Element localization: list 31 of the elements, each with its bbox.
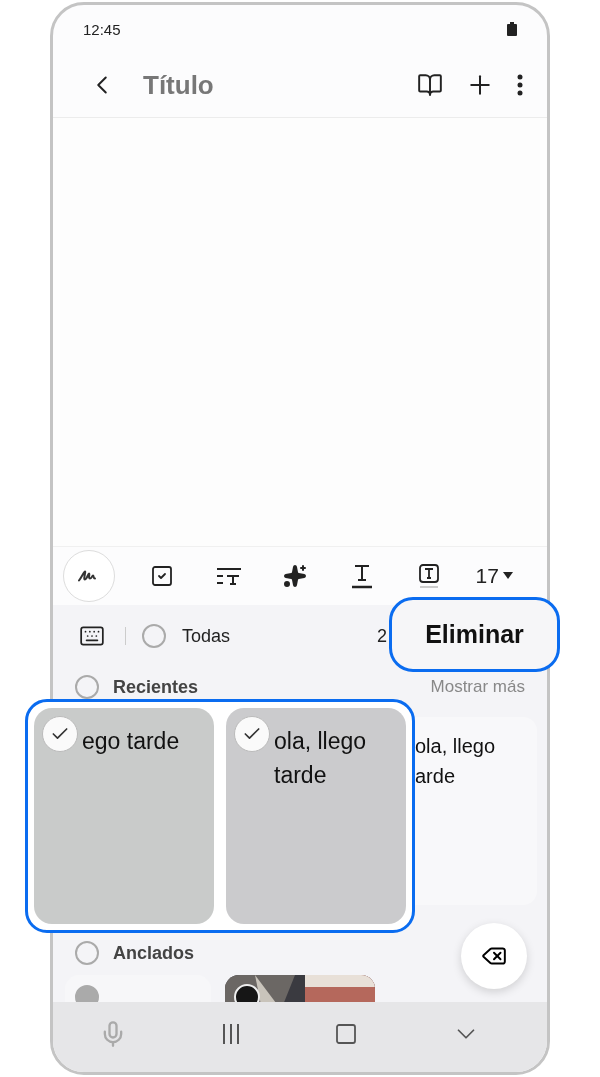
dropdown-caret-icon	[502, 572, 513, 580]
pen-tool[interactable]	[63, 550, 115, 602]
backspace-button[interactable]	[461, 923, 527, 989]
card-text: ola, llego tarde	[274, 727, 368, 790]
clipboard-card[interactable]: ego tarde	[34, 708, 214, 924]
more-icon	[517, 74, 523, 96]
section-title: Recientes	[113, 676, 199, 698]
card-text: arde	[415, 764, 457, 789]
checkbox-icon	[149, 564, 174, 588]
delete-button[interactable]: Eliminar	[389, 597, 560, 672]
text-format-icon	[214, 565, 243, 587]
battery-icon	[507, 22, 517, 36]
section-title: Anclados	[113, 942, 195, 964]
status-time: 12:45	[83, 20, 121, 38]
clipboard-card[interactable]: ola, llego tarde	[226, 708, 406, 924]
clipboard-card[interactable]: ola, llego arde	[415, 717, 537, 905]
select-all-radio[interactable]	[142, 624, 166, 648]
selected-count: 2	[377, 625, 387, 647]
keyboard-icon	[79, 623, 105, 649]
select-all-label: Todas	[182, 625, 231, 647]
card-text: ola, llego	[415, 734, 497, 759]
text-box-icon	[416, 563, 441, 589]
underline-text-icon	[350, 563, 375, 589]
sparkle-icon	[283, 564, 308, 588]
card-checkbox[interactable]	[234, 716, 270, 752]
card-text: ego tarde	[82, 727, 181, 756]
home-button-icon[interactable]	[334, 1022, 359, 1046]
font-size-dropdown[interactable]: 17	[475, 564, 513, 588]
book-icon	[417, 72, 443, 98]
note-title: Título	[143, 69, 215, 101]
card-checkbox[interactable]	[42, 716, 78, 752]
